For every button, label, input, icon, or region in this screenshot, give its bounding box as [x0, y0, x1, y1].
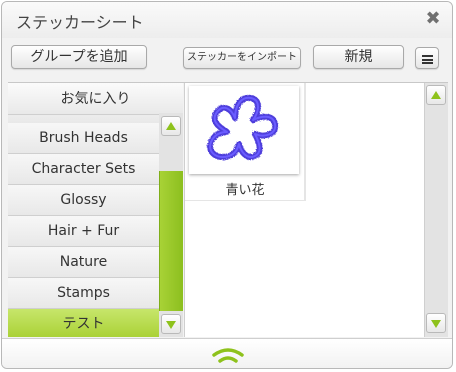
close-icon[interactable]: ✖: [424, 10, 442, 28]
favorites-header[interactable]: お気に入り: [8, 83, 183, 115]
scroll-up-button[interactable]: [426, 85, 446, 105]
list-item[interactable]: Hair + Fur: [8, 216, 159, 247]
scroll-thumb[interactable]: [159, 171, 183, 311]
menu-button[interactable]: [415, 47, 439, 69]
scroll-up-button[interactable]: [161, 116, 181, 136]
import-stickers-button[interactable]: ステッカーをインポート: [183, 47, 301, 69]
arrow-down-icon: [431, 320, 441, 328]
list-item[interactable]: Nature: [8, 247, 159, 278]
scroll-down-button[interactable]: [426, 313, 446, 333]
list-item[interactable]: Brush Heads: [8, 123, 159, 154]
list-item[interactable]: Stamps: [8, 278, 159, 309]
arrow-down-icon: [166, 321, 176, 329]
group-list-pane: Brush Heads Character Sets Glossy Hair +…: [8, 83, 183, 337]
sticker-grid: 青い花: [184, 83, 424, 337]
group-list-scrollbar[interactable]: [159, 113, 183, 337]
list-item[interactable]: Character Sets: [8, 154, 159, 185]
title-bar: ステッカーシート ✖: [2, 2, 452, 38]
list-menu-icon: [422, 55, 433, 64]
sticker-cell[interactable]: 青い花: [185, 83, 305, 201]
resize-grip-icon[interactable]: [211, 345, 245, 365]
sticker-sheet-panel: ステッカーシート ✖ グループを追加 ステッカーをインポート 新規 Brush …: [1, 1, 453, 369]
scroll-down-button[interactable]: [161, 314, 181, 334]
sticker-label: 青い花: [225, 183, 265, 198]
arrow-up-icon: [166, 122, 176, 130]
arrow-up-icon: [431, 91, 441, 99]
sticker-grid-scrollbar[interactable]: [424, 83, 448, 337]
resize-footer: [2, 338, 452, 368]
new-button[interactable]: 新規: [313, 45, 404, 69]
list-item[interactable]: Glossy: [8, 185, 159, 216]
sticker-thumbnail: [189, 86, 299, 174]
blue-flower-icon: [207, 94, 279, 160]
window-title: ステッカーシート: [16, 13, 144, 32]
grid-divider: [305, 83, 306, 201]
add-group-button[interactable]: グループを追加: [11, 45, 147, 69]
group-list: Brush Heads Character Sets Glossy Hair +…: [8, 113, 159, 337]
list-item-selected[interactable]: テスト: [8, 309, 159, 337]
